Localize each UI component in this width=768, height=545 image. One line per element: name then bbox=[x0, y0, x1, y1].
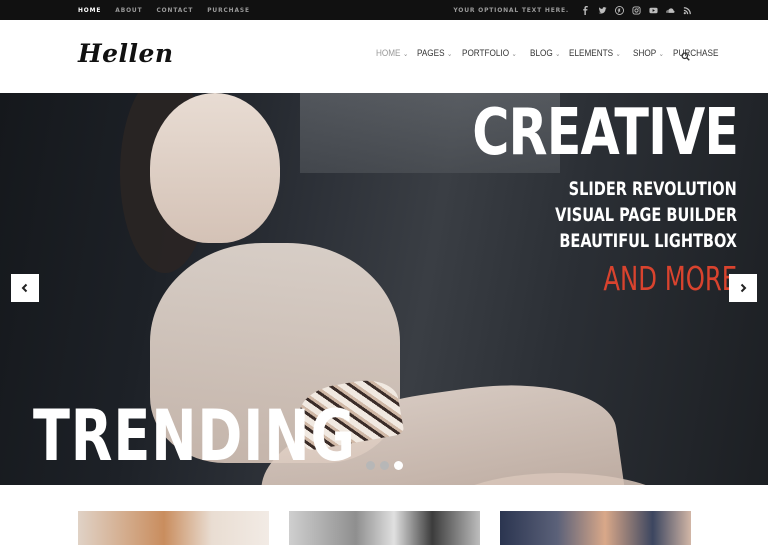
rss-icon[interactable] bbox=[682, 5, 692, 15]
soundcloud-icon[interactable] bbox=[665, 5, 675, 15]
post-thumbnail-2[interactable] bbox=[289, 511, 480, 545]
hero-slider[interactable]: CREATIVE SLIDER REVOLUTION VISUAL PAGE B… bbox=[0, 93, 768, 485]
slide-bottom-title: TRENDING bbox=[33, 395, 356, 477]
nav-item-purchase[interactable]: PURCHASE bbox=[673, 48, 718, 59]
slider-dot-2[interactable] bbox=[380, 461, 389, 470]
nav-item-pages[interactable]: PAGES ⌄ bbox=[417, 48, 452, 59]
slider-next-button[interactable] bbox=[729, 274, 757, 302]
youtube-icon[interactable] bbox=[648, 5, 658, 15]
post-thumbnail-1[interactable] bbox=[78, 511, 269, 545]
hero-image-face bbox=[150, 93, 280, 243]
slide-title: CREATIVE bbox=[472, 96, 739, 170]
top-nav: HOME ABOUT CONTACT PURCHASE bbox=[78, 0, 250, 20]
nav-label: PAGES bbox=[417, 48, 445, 59]
chevron-down-icon: ⌄ bbox=[555, 50, 561, 58]
nav-item-home[interactable]: HOME ⌄ bbox=[376, 48, 408, 59]
chevron-down-icon: ⌄ bbox=[615, 50, 621, 58]
site-logo[interactable]: Hellen bbox=[78, 39, 174, 68]
chevron-down-icon: ⌄ bbox=[659, 50, 665, 58]
top-right: YOUR OPTIONAL TEXT HERE. bbox=[453, 0, 692, 20]
slider-dot-1[interactable] bbox=[366, 461, 375, 470]
nav-label: BLOG bbox=[529, 48, 553, 59]
instagram-icon[interactable] bbox=[631, 5, 641, 15]
chevron-left-icon bbox=[21, 283, 28, 293]
facebook-icon[interactable] bbox=[580, 5, 590, 15]
nav-item-blog[interactable]: BLOG ⌄ bbox=[530, 48, 560, 59]
nav-item-portfolio[interactable]: PORTFOLIO ⌄ bbox=[462, 48, 517, 59]
chevron-down-icon: ⌄ bbox=[511, 50, 517, 58]
twitter-icon[interactable] bbox=[597, 5, 607, 15]
slide-feature-3: BEAUTIFUL LIGHTBOX bbox=[559, 230, 737, 252]
pinterest-icon[interactable] bbox=[614, 5, 624, 15]
nav-label: HOME bbox=[376, 48, 401, 59]
nav-item-elements[interactable]: ELEMENTS ⌄ bbox=[569, 48, 621, 59]
nav-label: SHOP bbox=[633, 48, 657, 59]
slider-prev-button[interactable] bbox=[11, 274, 39, 302]
search-icon[interactable] bbox=[681, 52, 690, 61]
nav-label: PURCHASE bbox=[673, 48, 719, 59]
top-bar: HOME ABOUT CONTACT PURCHASE YOUR OPTIONA… bbox=[0, 0, 768, 20]
top-nav-about[interactable]: ABOUT bbox=[115, 6, 142, 14]
chevron-right-icon bbox=[740, 283, 747, 293]
chevron-down-icon: ⌄ bbox=[403, 50, 409, 58]
slide-feature-1: SLIDER REVOLUTION bbox=[568, 178, 737, 200]
nav-label: ELEMENTS bbox=[569, 48, 614, 59]
top-nav-home[interactable]: HOME bbox=[78, 6, 101, 14]
nav-label: PORTFOLIO bbox=[462, 48, 510, 59]
post-thumbnail-3[interactable] bbox=[500, 511, 691, 545]
main-nav: HOME ⌄ PAGES ⌄ PORTFOLIO ⌄ BLOG ⌄ ELEMEN… bbox=[376, 48, 721, 59]
slide-feature-2: VISUAL PAGE BUILDER bbox=[554, 204, 737, 226]
chevron-down-icon: ⌄ bbox=[447, 50, 453, 58]
top-nav-purchase[interactable]: PURCHASE bbox=[207, 6, 250, 14]
slide-highlight: AND MORE bbox=[603, 259, 737, 298]
optional-text: YOUR OPTIONAL TEXT HERE. bbox=[453, 6, 569, 14]
slider-pagination bbox=[366, 461, 403, 470]
top-nav-contact[interactable]: CONTACT bbox=[156, 6, 193, 14]
nav-item-shop[interactable]: SHOP ⌄ bbox=[633, 48, 664, 59]
slider-dot-3[interactable] bbox=[394, 461, 403, 470]
